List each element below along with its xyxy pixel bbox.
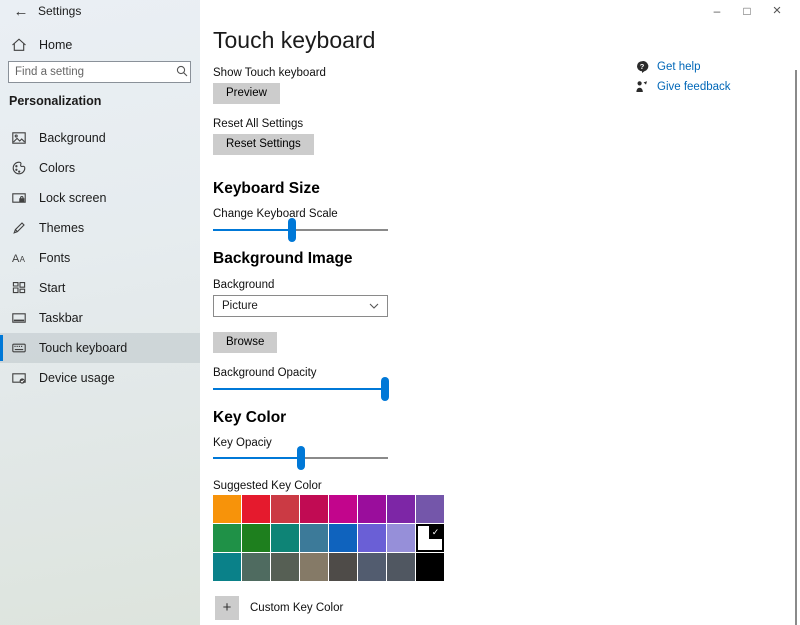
close-button[interactable]: × <box>762 0 792 22</box>
color-swatch[interactable] <box>213 495 241 523</box>
sidebar-item-taskbar[interactable]: Taskbar <box>0 303 200 333</box>
slider-fill <box>213 229 292 231</box>
key-color-heading: Key Color <box>213 409 286 427</box>
sidebar-item-background[interactable]: Background <box>0 123 200 153</box>
sidebar-item-start[interactable]: Start <box>0 273 200 303</box>
color-swatch[interactable] <box>271 553 299 581</box>
color-swatch[interactable] <box>329 495 357 523</box>
home-icon <box>11 37 27 53</box>
sidebar-item-label: Taskbar <box>39 311 83 325</box>
custom-key-color-label: Custom Key Color <box>250 602 343 614</box>
keyboard-size-heading: Keyboard Size <box>213 180 320 198</box>
color-swatch[interactable] <box>242 495 270 523</box>
start-icon <box>11 280 27 296</box>
image-icon <box>11 130 27 146</box>
color-swatch[interactable] <box>358 553 386 581</box>
window-controls: – □ × <box>702 0 792 22</box>
color-swatch[interactable] <box>358 524 386 552</box>
color-swatch[interactable] <box>387 495 415 523</box>
sidebar-item-label: Home <box>39 38 72 52</box>
background-select-value: Picture <box>222 300 258 312</box>
search-icon[interactable] <box>175 64 193 80</box>
sidebar-item-label: Touch keyboard <box>39 341 127 355</box>
color-swatch[interactable] <box>387 553 415 581</box>
sidebar-item-home[interactable]: Home <box>0 31 200 59</box>
search-box[interactable] <box>8 61 191 83</box>
sidebar-section-title: Personalization <box>9 94 101 108</box>
taskbar-icon <box>11 310 27 326</box>
browse-button[interactable]: Browse <box>213 332 277 353</box>
background-opacity-slider[interactable] <box>213 377 388 401</box>
keyboard-icon <box>11 340 27 356</box>
color-swatch[interactable] <box>387 524 415 552</box>
sidebar-item-label: Fonts <box>39 251 70 265</box>
keyboard-scale-slider[interactable] <box>213 218 388 242</box>
vertical-scrollbar[interactable] <box>795 70 797 625</box>
main-content: Touch keyboard Show Touch keyboard Previ… <box>213 0 683 625</box>
slider-thumb[interactable] <box>297 446 305 470</box>
color-swatch[interactable] <box>213 524 241 552</box>
color-swatch[interactable]: ✓ <box>416 524 444 552</box>
sidebar-item-label: Themes <box>39 221 84 235</box>
app-title: Settings <box>38 4 81 18</box>
suggested-color-grid: ✓ <box>213 495 444 581</box>
sidebar-item-device-usage[interactable]: Device usage <box>0 363 200 393</box>
sidebar-item-touch-keyboard[interactable]: Touch keyboard <box>0 333 200 363</box>
color-swatch[interactable] <box>329 524 357 552</box>
sidebar-item-label: Device usage <box>39 371 115 385</box>
sidebar-item-label: Colors <box>39 161 75 175</box>
reset-all-settings-label: Reset All Settings <box>213 118 303 130</box>
color-swatch[interactable] <box>271 524 299 552</box>
sidebar-item-label: Lock screen <box>39 191 106 205</box>
key-opacity-slider[interactable] <box>213 446 388 470</box>
sidebar-item-colors[interactable]: Colors <box>0 153 200 183</box>
slider-thumb[interactable] <box>288 218 296 242</box>
color-swatch[interactable] <box>242 553 270 581</box>
color-swatch[interactable] <box>358 495 386 523</box>
background-label: Background <box>213 279 274 291</box>
sidebar-item-label: Start <box>39 281 65 295</box>
themes-icon <box>11 220 27 236</box>
color-swatch[interactable] <box>416 553 444 581</box>
color-swatch[interactable] <box>416 495 444 523</box>
sidebar-item-themes[interactable]: Themes <box>0 213 200 243</box>
suggested-key-color-label: Suggested Key Color <box>213 480 322 492</box>
minimize-button[interactable]: – <box>702 0 732 22</box>
color-swatch[interactable] <box>300 524 328 552</box>
selected-check-icon: ✓ <box>429 526 442 539</box>
color-swatch[interactable] <box>329 553 357 581</box>
slider-thumb[interactable] <box>381 377 389 401</box>
maximize-button[interactable]: □ <box>732 0 762 22</box>
svg-text:A: A <box>20 255 26 264</box>
back-button[interactable]: ← <box>10 1 32 23</box>
slider-fill <box>213 388 385 390</box>
device-usage-icon <box>11 370 27 386</box>
sidebar-item-fonts[interactable]: A A Fonts <box>0 243 200 273</box>
page-title: Touch keyboard <box>213 27 375 54</box>
sidebar: ← Settings Home Personalization <box>0 0 200 625</box>
preview-button[interactable]: Preview <box>213 83 280 104</box>
search-input[interactable] <box>9 66 175 78</box>
sidebar-nav: Background Colors Lock screen <box>0 123 200 393</box>
sidebar-item-label: Background <box>39 131 106 145</box>
color-swatch[interactable] <box>271 495 299 523</box>
show-touch-keyboard-label: Show Touch keyboard <box>213 67 326 79</box>
fonts-icon: A A <box>11 250 27 266</box>
chevron-down-icon <box>369 303 379 309</box>
palette-icon <box>11 160 27 176</box>
background-select[interactable]: Picture <box>213 295 388 317</box>
color-swatch[interactable] <box>300 495 328 523</box>
color-swatch[interactable] <box>242 524 270 552</box>
color-swatch[interactable] <box>213 553 241 581</box>
sidebar-item-lock-screen[interactable]: Lock screen <box>0 183 200 213</box>
lock-screen-icon <box>11 190 27 206</box>
settings-window: ← Settings Home Personalization <box>0 0 800 625</box>
custom-key-color-button[interactable]: + <box>215 596 239 620</box>
color-swatch[interactable] <box>300 553 328 581</box>
background-image-heading: Background Image <box>213 250 353 268</box>
reset-settings-button[interactable]: Reset Settings <box>213 134 314 155</box>
slider-fill <box>213 457 301 459</box>
